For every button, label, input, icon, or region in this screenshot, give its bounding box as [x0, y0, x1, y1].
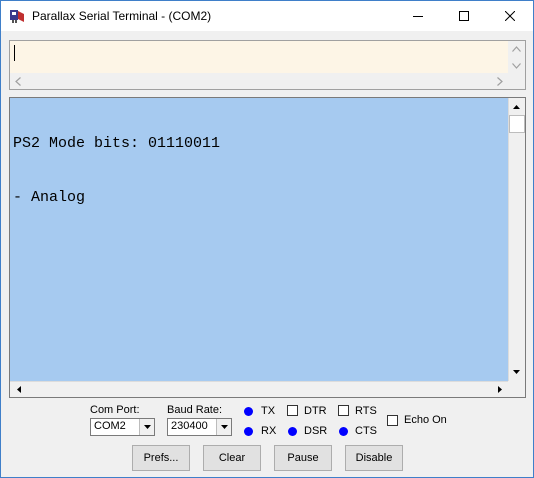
receive-text: PS2 Mode bits: 01110011 - Analog	[13, 99, 220, 243]
cts-led-icon	[339, 427, 348, 436]
baud-rate-label: Baud Rate:	[167, 404, 223, 416]
window-title: Parallax Serial Terminal - (COM2)	[32, 9, 212, 23]
transmit-vertical-scrollbar[interactable]	[508, 41, 525, 74]
echo-on-checkbox[interactable]	[387, 415, 398, 426]
rts-checkbox[interactable]	[338, 405, 349, 416]
title-bar[interactable]: Parallax Serial Terminal - (COM2)	[1, 1, 533, 31]
scroll-right-icon[interactable]	[497, 77, 503, 88]
parallax-propeller-icon	[9, 8, 25, 24]
scroll-right-icon	[497, 386, 502, 393]
baud-rate-select[interactable]: 230400	[167, 418, 232, 436]
com-port-value: COM2	[94, 420, 126, 432]
receive-line: PS2 Mode bits: 01110011	[13, 135, 221, 152]
scroll-left-icon	[16, 386, 21, 393]
echo-on-label: Echo On	[404, 414, 447, 426]
maximize-icon	[459, 11, 469, 21]
dtr-label: DTR	[304, 405, 327, 417]
chevron-down-icon	[143, 425, 151, 429]
scroll-down-icon	[513, 369, 520, 374]
chevron-down-icon	[220, 425, 228, 429]
scrollbar-corner	[508, 381, 525, 397]
scroll-thumb[interactable]	[509, 115, 525, 133]
scroll-up-icon[interactable]	[512, 45, 521, 54]
receive-line: - Analog	[13, 189, 86, 206]
scroll-right-button[interactable]	[492, 382, 507, 397]
rts-label: RTS	[355, 405, 377, 417]
pause-button[interactable]: Pause	[274, 445, 332, 471]
app-window: Parallax Serial Terminal - (COM2) PS2 Mo…	[0, 0, 534, 478]
scroll-left-icon[interactable]	[15, 77, 21, 88]
disable-button[interactable]: Disable	[345, 445, 403, 471]
baud-rate-value: 230400	[171, 420, 208, 432]
com-port-select[interactable]: COM2	[90, 418, 155, 436]
cts-label: CTS	[355, 425, 377, 437]
dropdown-button[interactable]	[216, 419, 231, 435]
scroll-up-button[interactable]	[509, 99, 524, 114]
com-port-label: Com Port:	[90, 404, 140, 416]
close-button[interactable]	[487, 1, 533, 31]
scroll-down-button[interactable]	[509, 364, 524, 379]
transmit-horizontal-scrollbar[interactable]	[10, 73, 508, 89]
scroll-up-icon	[513, 104, 520, 109]
dtr-checkbox[interactable]	[287, 405, 298, 416]
receive-vertical-scrollbar[interactable]	[508, 98, 525, 381]
close-icon	[505, 11, 515, 21]
rx-label: RX	[261, 425, 277, 437]
receive-horizontal-scrollbar[interactable]	[10, 381, 508, 397]
prefs-button[interactable]: Prefs...	[132, 445, 190, 471]
maximize-button[interactable]	[441, 1, 487, 31]
receive-pane[interactable]: PS2 Mode bits: 01110011 - Analog	[9, 97, 526, 398]
scroll-down-icon[interactable]	[512, 62, 521, 71]
transmit-pane[interactable]	[9, 40, 526, 90]
minimize-button[interactable]	[395, 1, 441, 31]
scrollbar-corner	[508, 73, 525, 89]
dsr-label: DSR	[304, 425, 328, 437]
dsr-led-icon	[288, 427, 297, 436]
text-caret	[14, 45, 15, 61]
tx-label: TX	[261, 405, 276, 417]
scroll-left-button[interactable]	[11, 382, 26, 397]
rx-led-icon	[244, 427, 253, 436]
tx-led-icon	[244, 407, 253, 416]
clear-button[interactable]: Clear	[203, 445, 261, 471]
minimize-icon	[413, 16, 423, 17]
dropdown-button[interactable]	[139, 419, 154, 435]
